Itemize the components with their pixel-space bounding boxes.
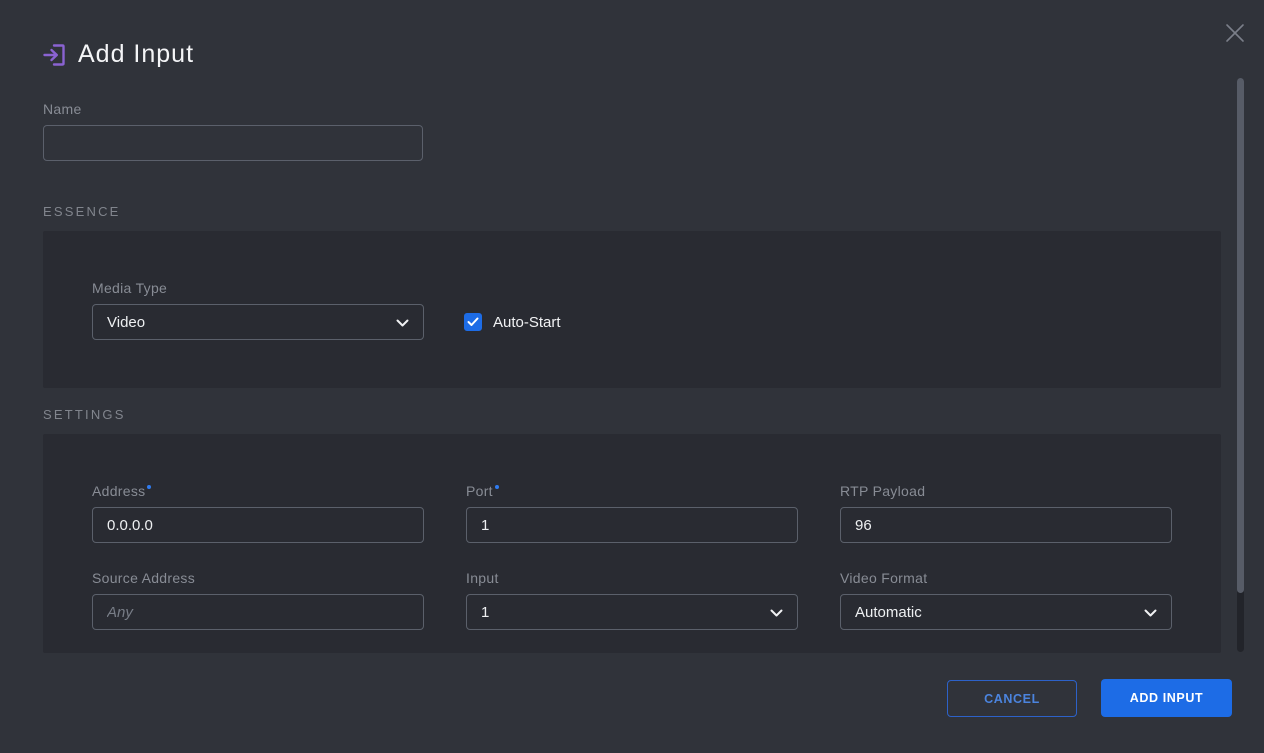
rtp-payload-label: RTP Payload: [840, 483, 925, 499]
port-label: Port: [466, 483, 499, 499]
page-title: Add Input: [78, 40, 194, 69]
input-label: Input: [466, 570, 499, 586]
source-address-label: Source Address: [92, 570, 195, 586]
scrollbar-thumb[interactable]: [1237, 78, 1244, 593]
required-marker-icon: [147, 485, 151, 489]
media-type-value: Video: [107, 314, 145, 331]
rtp-payload-input[interactable]: [840, 507, 1172, 543]
auto-start-label: Auto-Start: [493, 314, 561, 331]
source-address-input[interactable]: [92, 594, 424, 630]
chevron-down-icon: [770, 604, 783, 621]
checkmark-icon: [467, 317, 479, 327]
name-input[interactable]: [43, 125, 423, 161]
input-select-value: 1: [481, 604, 489, 621]
auto-start-checkbox[interactable]: [464, 313, 482, 331]
required-marker-icon: [495, 485, 499, 489]
video-format-value: Automatic: [855, 604, 922, 621]
media-type-label: Media Type: [92, 280, 167, 296]
close-icon[interactable]: [1220, 18, 1250, 48]
media-type-select[interactable]: Video: [92, 304, 424, 340]
add-input-button[interactable]: ADD INPUT: [1101, 679, 1232, 717]
name-label: Name: [43, 101, 82, 117]
scrollbar-track[interactable]: [1237, 78, 1244, 652]
settings-panel: Address Port RTP Payload Source Address …: [43, 434, 1221, 653]
input-select[interactable]: 1: [466, 594, 798, 630]
add-input-icon: [40, 40, 70, 70]
essence-section-heading: ESSENCE: [43, 204, 121, 219]
cancel-button[interactable]: CANCEL: [947, 680, 1077, 717]
chevron-down-icon: [396, 314, 409, 331]
settings-section-heading: SETTINGS: [43, 407, 126, 422]
address-label: Address: [92, 483, 151, 499]
video-format-select[interactable]: Automatic: [840, 594, 1172, 630]
video-format-label: Video Format: [840, 570, 927, 586]
essence-panel: Media Type Video Auto-Start: [43, 231, 1221, 388]
address-input[interactable]: [92, 507, 424, 543]
chevron-down-icon: [1144, 604, 1157, 621]
port-input[interactable]: [466, 507, 798, 543]
